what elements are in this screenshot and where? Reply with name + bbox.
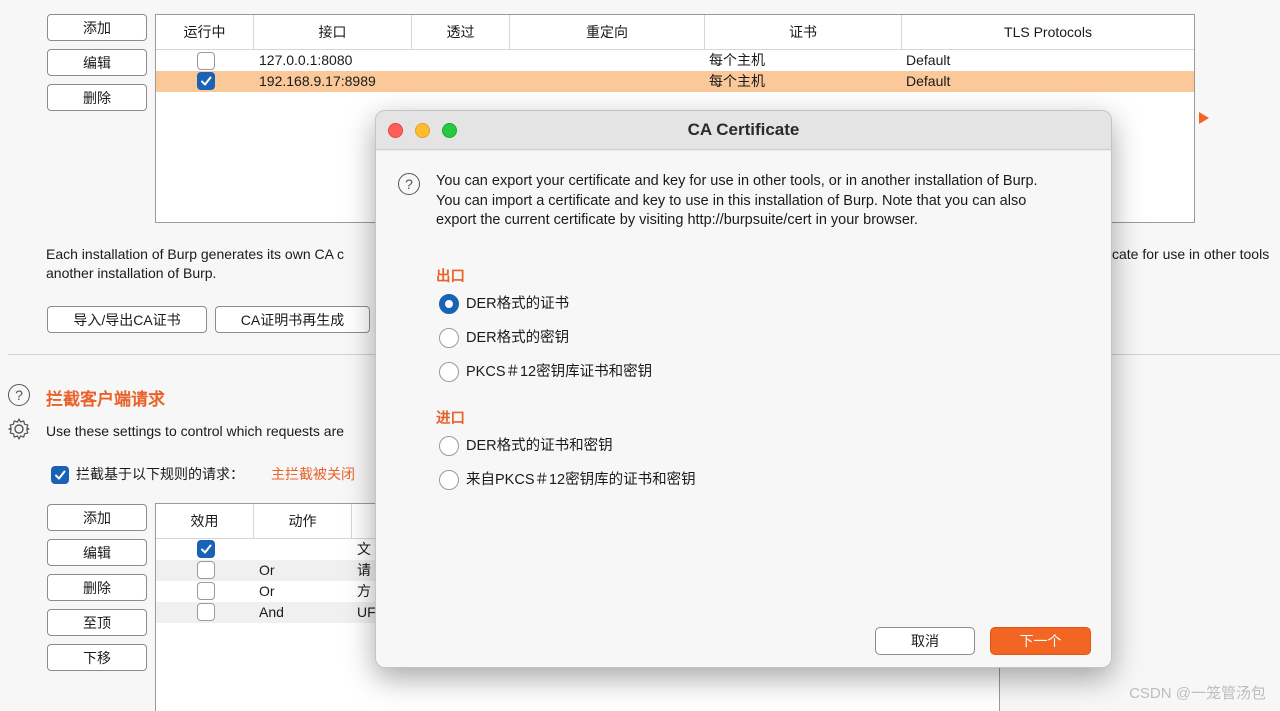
export-der-key-radio[interactable] [439,328,459,348]
dialog-info-line2: You can import a certificate and key to … [436,192,1027,209]
tls-cell: Default [906,73,951,89]
column-header-invisible[interactable]: 透过 [412,15,510,49]
enabled-checkbox[interactable] [197,603,215,621]
cancel-button[interactable]: 取消 [875,627,975,655]
add-rule-button[interactable]: 添加 [47,504,147,531]
dialog-body: ? You can export your certificate and ke… [376,151,1111,667]
export-der-cert-radio[interactable] [439,294,459,314]
move-top-button[interactable]: 至顶 [47,609,147,636]
table-row[interactable]: 127.0.0.1:8080 每个主机 Default [156,50,1194,71]
ca-description-line2: another installation of Burp. [46,265,217,281]
running-checkbox[interactable] [197,72,215,90]
match-cell: UF [357,604,376,620]
delete-rule-button[interactable]: 删除 [47,574,147,601]
cert-cell: 每个主机 [709,73,765,89]
dialog-title: CA Certificate [687,120,800,139]
column-header-enabled[interactable]: 效用 [156,504,254,538]
column-header-cert[interactable]: 证书 [705,15,902,49]
move-down-button[interactable]: 下移 [47,644,147,671]
regenerate-ca-button[interactable]: CA证明书再生成 [215,306,370,333]
operator-cell: Or [259,562,275,578]
import-pkcs12-radio[interactable] [439,470,459,490]
add-listener-button[interactable]: 添加 [47,14,147,41]
export-section-label: 出口 [436,269,465,285]
question-icon[interactable]: ? [8,384,30,406]
export-pkcs12-radio[interactable] [439,362,459,382]
question-icon: ? [398,173,420,195]
operator-cell: And [259,604,284,620]
column-header-running[interactable]: 运行中 [156,15,254,49]
match-cell: 方 [357,583,371,599]
import-export-ca-button[interactable]: 导入/导出CA证书 [47,306,207,333]
import-pkcs12-label[interactable]: 来自PKCS＃12密钥库的证书和密钥 [466,470,696,490]
import-der-radio[interactable] [439,436,459,456]
edit-listener-button[interactable]: 编辑 [47,49,147,76]
column-header-tls[interactable]: TLS Protocols [902,15,1194,49]
ca-description-right: cate for use in other tools [1112,246,1270,262]
interface-cell: 127.0.0.1:8080 [259,52,353,68]
enabled-checkbox[interactable] [197,561,215,579]
checkmark-icon [201,76,212,86]
table-row-selected[interactable]: 192.168.9.17:8989 每个主机 Default [156,71,1194,92]
ca-description-line1: Each installation of Burp generates its … [46,246,345,262]
dialog-info-text: You can export your certificate and key … [436,172,1038,231]
column-header-operator[interactable]: 动作 [254,504,352,538]
next-button[interactable]: 下一个 [990,627,1091,655]
intercept-rules-label: 拦截基于以下规则的请求： [76,466,244,482]
intercept-rules-checkbox[interactable] [51,466,69,484]
intercept-section-title: 拦截客户端请求 [46,390,165,409]
export-pkcs12-label[interactable]: PKCS＃12密钥库证书和密钥 [466,362,652,382]
match-cell: 请 [357,562,371,578]
column-header-redirect[interactable]: 重定向 [510,15,705,49]
export-der-key-label[interactable]: DER格式的密钥 [466,328,569,348]
column-header-interface[interactable]: 接口 [254,15,412,49]
export-der-cert-label[interactable]: DER格式的证书 [466,294,569,314]
enabled-checkbox[interactable] [197,540,215,558]
gear-icon[interactable] [7,417,31,441]
running-checkbox[interactable] [197,52,215,70]
dialog-info-line3: export the current certificate by visiti… [436,212,918,228]
enabled-checkbox[interactable] [197,582,215,600]
watermark: CSDN @一笼管汤包 [1129,685,1266,702]
import-section-label: 进口 [436,411,465,427]
intercept-description: Use these settings to control which requ… [46,423,345,439]
checkmark-icon [55,470,66,480]
expand-arrow-icon[interactable] [1198,111,1210,125]
edit-rule-button[interactable]: 编辑 [47,539,147,566]
dialog-info-line1: You can export your certificate and key … [436,173,1038,189]
import-der-label[interactable]: DER格式的证书和密钥 [466,436,613,456]
cert-cell: 每个主机 [709,52,765,68]
ca-certificate-dialog: CA Certificate ? You can export your cer… [375,110,1112,668]
intercept-status: 主拦截被关闭 [271,466,355,482]
operator-cell: Or [259,583,275,599]
tls-cell: Default [906,52,951,68]
dialog-titlebar[interactable]: CA Certificate [376,111,1111,150]
interface-cell: 192.168.9.17:8989 [259,73,376,89]
match-cell: 文 [357,541,371,557]
checkmark-icon [201,544,212,554]
delete-listener-button[interactable]: 删除 [47,84,147,111]
